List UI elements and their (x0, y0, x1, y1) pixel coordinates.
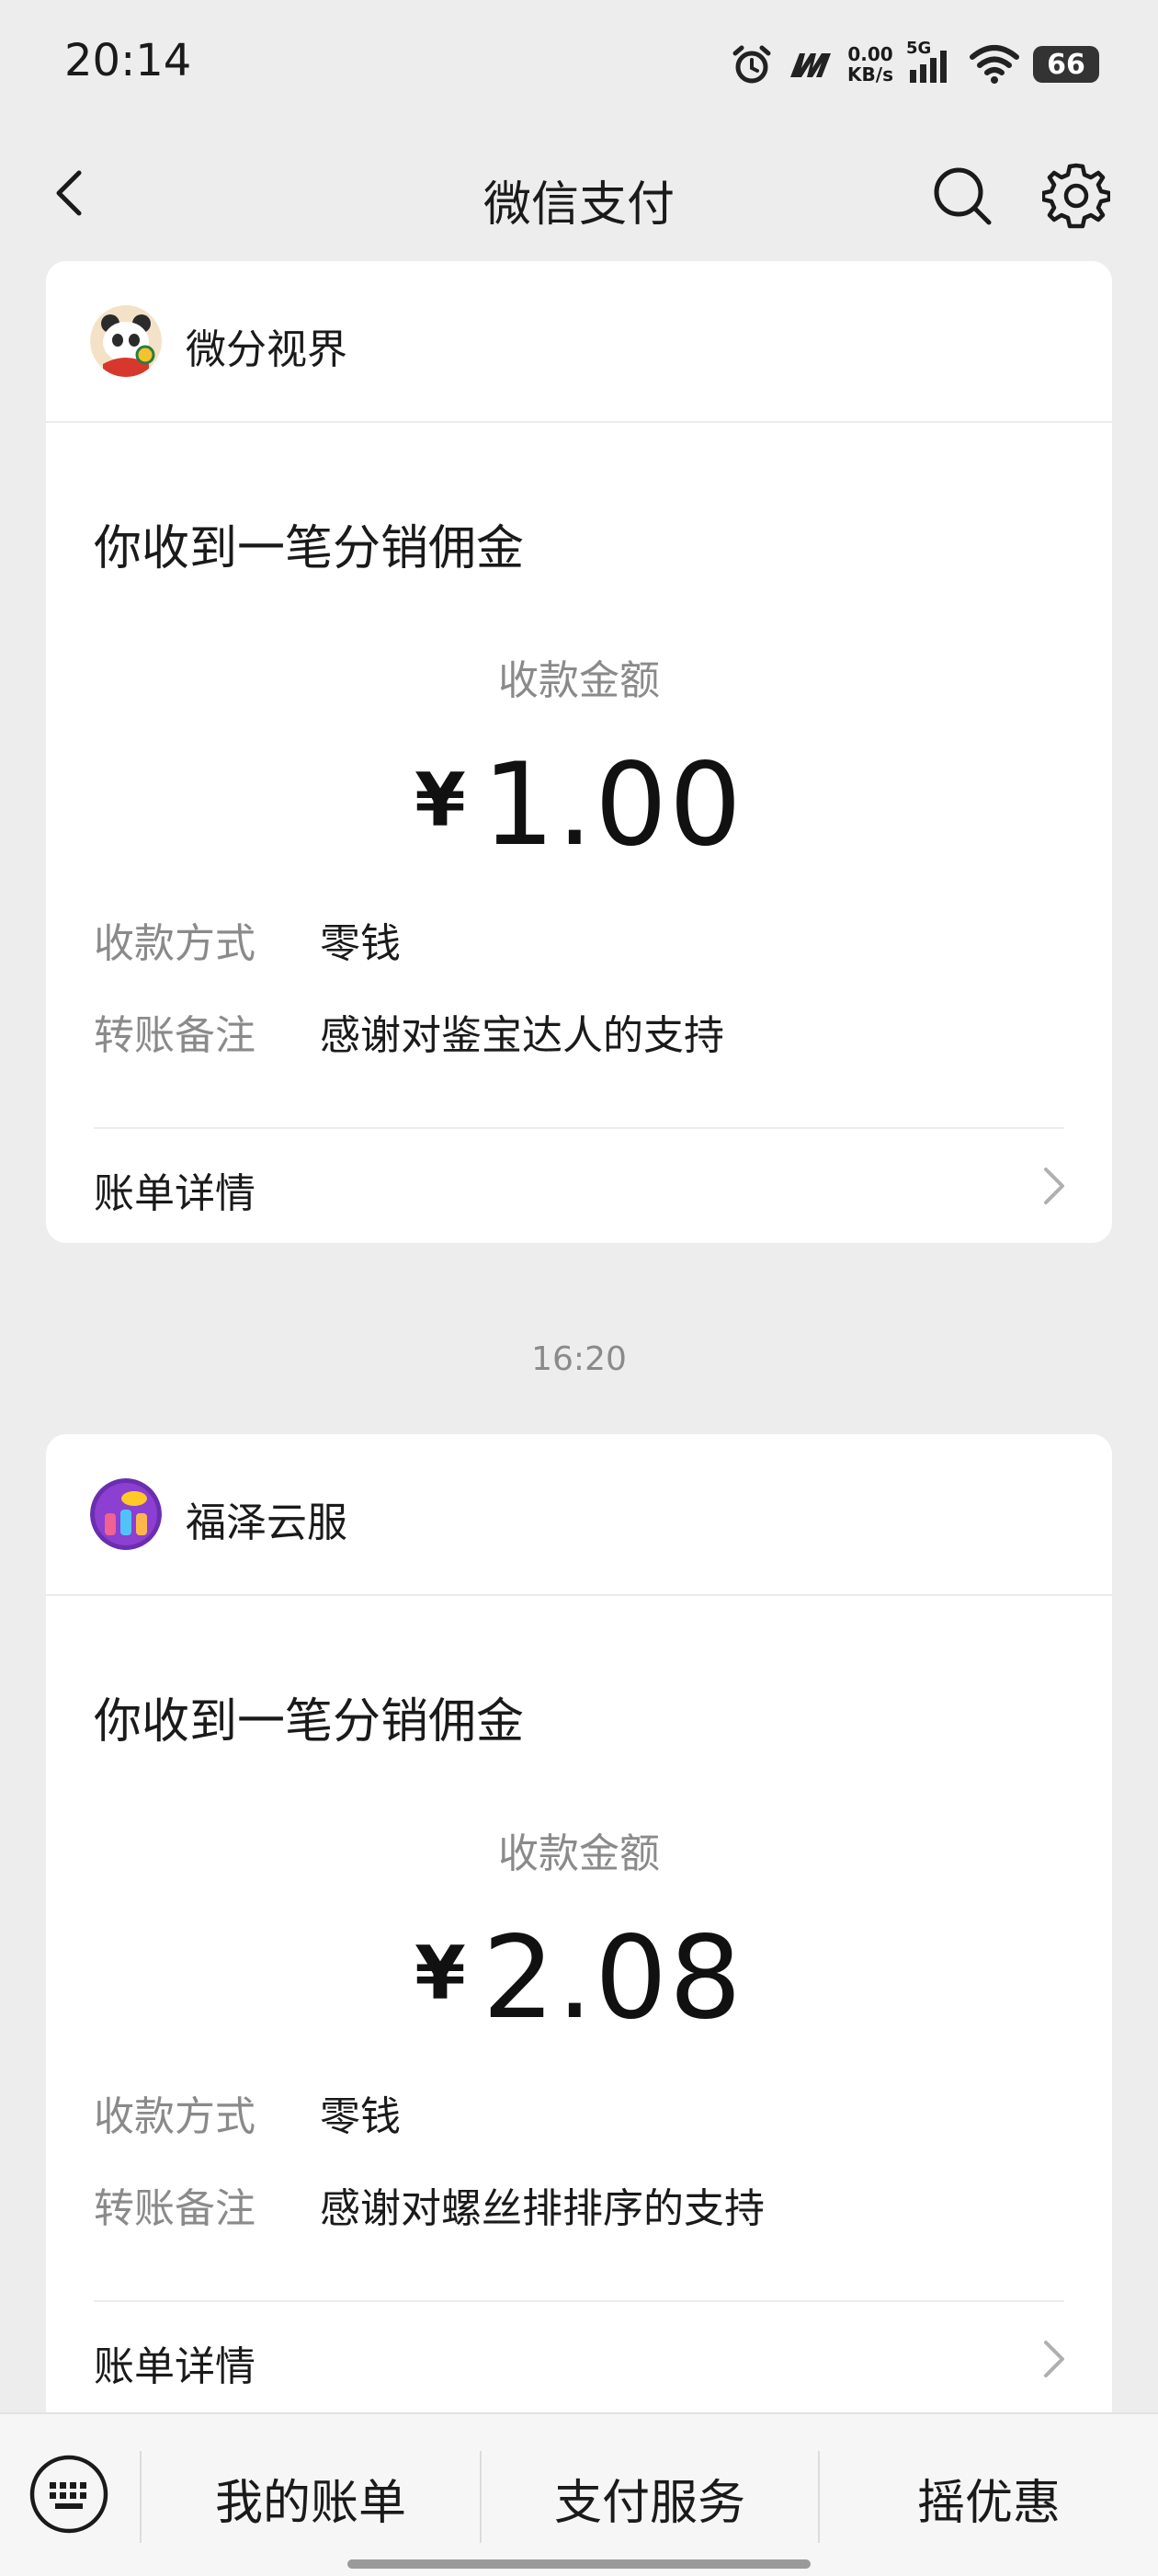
gear-icon[interactable] (1042, 162, 1110, 230)
avatar (90, 1478, 162, 1550)
speed-value: 0.00 (847, 43, 893, 65)
payment-card: 福泽云服 你收到一笔分销佣金 收款金额 ¥2.08 收款方式 零钱 转账备注 感谢对… (46, 1434, 1112, 2412)
amount-value: ¥2.08 (46, 1912, 1112, 2045)
remark-label: 转账备注 (94, 2185, 255, 2232)
currency-symbol: ¥ (414, 1931, 466, 2016)
battery-indicator: 66 (1033, 46, 1099, 83)
amount-value: ¥1.00 (46, 739, 1112, 872)
chevron-right-icon (1044, 1168, 1064, 1204)
card-header: 福泽云服 (46, 1434, 1112, 1596)
amount-label: 收款金额 (498, 657, 660, 704)
bottom-menu-bar: 我的账单 支付服务 摇优惠 (0, 2412, 1158, 2576)
remark-label: 转账备注 (94, 1012, 255, 1059)
sender-name: 微分视界 (186, 326, 347, 373)
bill-detail-link[interactable]: 账单详情 (46, 2302, 1112, 2412)
status-time: 20:14 (64, 35, 192, 86)
avatar (90, 305, 162, 377)
card-header: 微分视界 (46, 261, 1112, 423)
chevron-right-icon (1044, 2341, 1064, 2377)
payment-method-label: 收款方式 (94, 920, 255, 967)
home-indicator[interactable] (347, 2559, 811, 2569)
signal-m-icon (790, 53, 832, 77)
currency-symbol: ¥ (414, 758, 466, 843)
payment-method-row: 收款方式 零钱 (94, 2083, 401, 2142)
search-icon[interactable] (930, 164, 994, 228)
menu-payment-services[interactable]: 支付服务 (482, 2464, 818, 2533)
payment-method-row: 收款方式 零钱 (94, 910, 401, 969)
amount-label: 收款金额 (498, 1830, 660, 1877)
remark-value: 感谢对螺丝排排序的支持 (320, 2185, 765, 2232)
status-icons: 0.00 KB/s 5G 66 (730, 37, 1099, 92)
payment-method-label: 收款方式 (94, 2093, 255, 2140)
speed-unit: KB/s (847, 63, 893, 85)
payment-method-value: 零钱 (320, 2093, 401, 2140)
menu-shake-offers[interactable]: 摇优惠 (820, 2464, 1158, 2533)
notice-title: 你收到一笔分销佣金 (94, 521, 525, 576)
wifi-icon (970, 45, 1019, 84)
amount-number: 1.00 (482, 739, 744, 872)
alarm-icon (732, 45, 771, 84)
bill-detail-link[interactable]: 账单详情 (46, 1129, 1112, 1243)
remark-row: 转账备注 感谢对螺丝排排序的支持 (94, 2175, 765, 2234)
network-speed: 0.00 KB/s (847, 44, 893, 85)
app-header: 微信支付 (0, 129, 1158, 257)
menu-my-bills[interactable]: 我的账单 (142, 2464, 480, 2533)
keyboard-icon[interactable] (28, 2453, 110, 2536)
cell-signal: 5G (906, 39, 956, 86)
payment-card: 微分视界 你收到一笔分销佣金 收款金额 ¥1.00 收款方式 零钱 转账备注 感谢对… (46, 261, 1112, 1243)
remark-row: 转账备注 感谢对鉴宝达人的支持 (94, 1002, 724, 1061)
status-bar: 20:14 0.00 KB/s 5G 66 (0, 0, 1158, 129)
bill-detail-label: 账单详情 (94, 2343, 255, 2390)
payment-method-value: 零钱 (320, 920, 401, 967)
sender-name: 福泽云服 (186, 1499, 347, 1546)
bill-detail-label: 账单详情 (94, 1170, 255, 1217)
amount-number: 2.08 (482, 1912, 744, 2045)
cell-signal-icon (910, 51, 947, 83)
message-timestamp: 16:20 (531, 1340, 627, 1378)
remark-value: 感谢对鉴宝达人的支持 (320, 1012, 724, 1059)
notice-title: 你收到一笔分销佣金 (94, 1694, 525, 1750)
